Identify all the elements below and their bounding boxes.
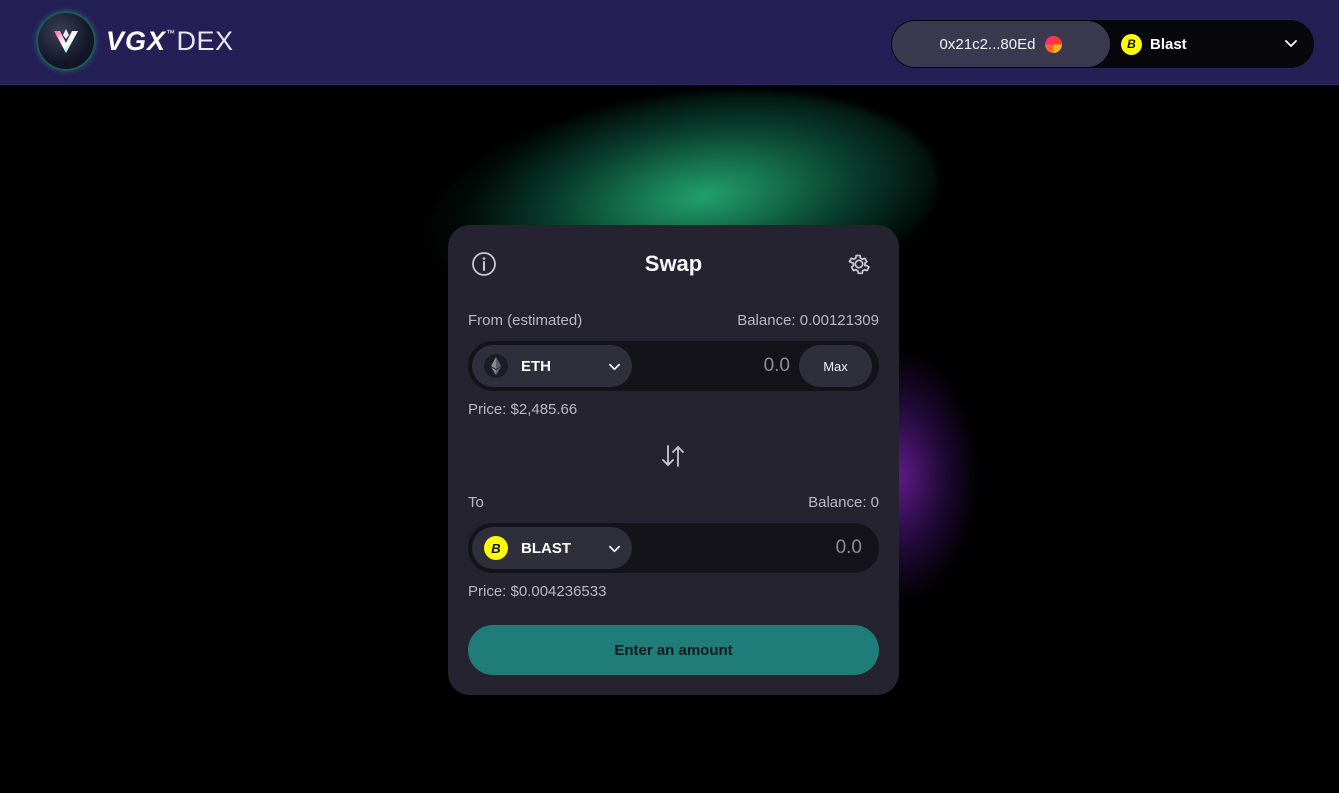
wallet-avatar-icon (1045, 35, 1063, 53)
from-token-selector[interactable]: ETH (472, 345, 632, 387)
wallet-address: 0x21c2...80Ed (939, 35, 1036, 53)
to-token-name: BLAST (521, 539, 571, 557)
chevron-down-icon (1285, 40, 1297, 47)
max-button[interactable]: Max (799, 345, 872, 387)
top-navigation-bar: VGX ™ DEX 0x21c2...80Ed B Blast (0, 0, 1339, 85)
to-token-selector[interactable]: B BLAST (472, 527, 632, 569)
from-token-price: Price: $2,485.66 (468, 401, 578, 418)
blast-icon: B (1121, 33, 1142, 55)
logo-brand-text: VGX (106, 25, 167, 56)
from-balance: Balance: 0.00121309 (737, 312, 879, 329)
logo-product-text: DEX (176, 25, 234, 56)
wallet-network-group: 0x21c2...80Ed B Blast (891, 20, 1314, 68)
gear-icon[interactable] (846, 251, 872, 277)
to-token-panel: B BLAST (468, 523, 879, 573)
wallet-address-button[interactable]: 0x21c2...80Ed (892, 21, 1110, 67)
to-token-price: Price: $0.004236533 (468, 583, 607, 600)
to-label: To (468, 494, 484, 511)
swap-card: Swap From (estimated) Balance: 0.0012130… (448, 225, 899, 695)
enter-amount-button[interactable]: Enter an amount (468, 625, 879, 675)
from-token-name: ETH (521, 357, 551, 375)
chevron-down-icon (609, 545, 620, 553)
eth-icon (484, 354, 508, 378)
from-amount-input[interactable] (638, 346, 790, 386)
blast-icon: B (484, 536, 508, 560)
network-selector[interactable]: B Blast (1121, 20, 1314, 68)
to-amount-input[interactable] (638, 528, 862, 568)
brand-logo[interactable]: VGX ™ DEX (36, 11, 234, 71)
network-name: Blast (1150, 35, 1187, 53)
swap-direction-icon[interactable] (660, 443, 686, 469)
to-balance: Balance: 0 (808, 494, 879, 511)
logo-trademark: ™ (166, 27, 176, 38)
from-token-panel: ETH Max (468, 341, 879, 391)
swap-title: Swap (644, 251, 703, 276)
from-label: From (estimated) (468, 312, 583, 329)
vgx-logo-icon (36, 11, 96, 71)
chevron-down-icon (609, 363, 620, 371)
